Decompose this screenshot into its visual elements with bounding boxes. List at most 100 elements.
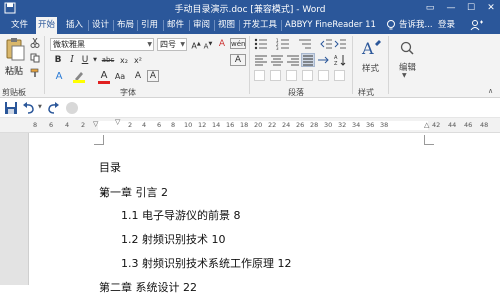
toc-entry[interactable]: 1.1 电子导游仪的前景 8 <box>121 207 241 223</box>
tab-separator <box>88 20 89 31</box>
styles-button-label[interactable]: 样式 <box>362 62 379 74</box>
tell-me-box[interactable]: 告诉我... <box>397 16 435 34</box>
tab-layout[interactable]: 布局 <box>115 16 136 34</box>
chevron-down-icon[interactable]: ▼ <box>402 72 407 79</box>
chevron-down-icon[interactable]: ▼ <box>38 104 42 110</box>
clipboard-group-label: 剪贴板 <box>2 88 26 97</box>
styles-icon[interactable]: A <box>360 38 382 60</box>
styles-group-label: 样式 <box>358 88 374 97</box>
ruler-number: 30 <box>324 121 333 129</box>
borders-icon[interactable] <box>302 70 313 81</box>
touch-mode-icon[interactable] <box>66 102 78 114</box>
tab-view[interactable]: 视图 <box>216 16 237 34</box>
numbering-icon[interactable]: 123 <box>276 38 290 51</box>
paste-label[interactable]: 粘贴 <box>5 64 23 77</box>
document-page[interactable]: 目录 第一章 引言 2 ↖ 1.1 电子导游仪的前景 8 1.2 射频识别技术 … <box>28 133 500 294</box>
font-size-combo[interactable]: 四号 ▼ <box>157 38 187 51</box>
grow-font-icon[interactable]: A▲ <box>190 38 202 51</box>
sign-in-link[interactable]: 登录 <box>436 16 457 34</box>
ribbon-options-icon[interactable]: ▭ <box>420 0 440 16</box>
shrink-font-icon[interactable]: A▼ <box>203 38 213 51</box>
ruler-number: 6 <box>157 121 162 129</box>
font-color-swatch <box>98 81 110 84</box>
align-center-icon[interactable] <box>270 54 284 66</box>
text-effects-icon[interactable]: A <box>52 70 66 83</box>
toc-heading[interactable]: 目录 <box>99 159 121 175</box>
horizontal-ruler[interactable]: 8 6 4 2 ▽ ▽ 2 4 6 8 10 12 14 16 18 20 22… <box>0 118 500 133</box>
superscript-button[interactable]: x² <box>132 54 144 67</box>
distributed-align-icon[interactable] <box>254 70 265 81</box>
title-bar: 手动目录演示.doc [兼容模式] - Word ▭ — ☐ ✕ <box>0 0 500 16</box>
font-name-combo[interactable]: 微软雅黑 ▼ <box>50 38 154 51</box>
share-icon[interactable] <box>470 19 484 31</box>
tab-design[interactable]: 设计 <box>90 16 111 34</box>
save-icon[interactable] <box>4 101 18 115</box>
tab-insert[interactable]: 插入 <box>64 16 85 34</box>
asian-layout-icon[interactable] <box>316 54 330 66</box>
tab-file[interactable]: 文件 <box>9 16 30 34</box>
tab-mailings[interactable]: 邮件 <box>165 16 186 34</box>
tab-abbyy[interactable]: ABBYY FineReader 11 <box>283 16 378 34</box>
bullets-icon[interactable] <box>254 38 268 50</box>
clipboard-icon[interactable] <box>4 37 26 63</box>
format-painter-icon[interactable] <box>30 68 40 78</box>
align-left-icon[interactable] <box>254 54 268 66</box>
chevron-down-icon[interactable]: ▼ <box>92 54 98 67</box>
ruler-number: 48 <box>480 121 489 129</box>
character-border-icon[interactable]: A <box>147 70 159 82</box>
justify-button[interactable] <box>301 53 315 67</box>
multilevel-list-icon[interactable] <box>298 38 312 50</box>
right-indent-marker[interactable]: △ <box>424 121 429 129</box>
tab-home[interactable]: 开始 <box>36 17 58 34</box>
toc-entry[interactable]: 第二章 系统设计 22 <box>99 279 197 295</box>
ruler-number: 2 <box>128 121 133 129</box>
change-case-button[interactable]: Aa <box>113 70 127 83</box>
clear-format-icon[interactable]: A <box>216 38 228 51</box>
strikethrough-button[interactable]: abc <box>100 54 116 67</box>
character-shading-icon[interactable]: A <box>132 70 144 83</box>
decrease-indent-icon[interactable] <box>320 38 332 50</box>
paragraph-settings-icon[interactable] <box>334 70 345 81</box>
maximize-button[interactable]: ☐ <box>461 0 481 16</box>
svg-text:Z: Z <box>334 61 338 66</box>
ruler-number: 4 <box>142 121 147 129</box>
tab-review[interactable]: 审阅 <box>191 16 212 34</box>
first-line-indent-marker[interactable]: ▽ <box>93 120 98 128</box>
lightbulb-icon[interactable] <box>385 19 397 31</box>
find-icon[interactable] <box>398 40 416 56</box>
toc-entry[interactable]: 1.2 射频识别技术 10 <box>121 231 225 247</box>
tab-separator <box>137 20 138 31</box>
enclose-char-icon[interactable]: A <box>230 54 246 66</box>
align-right-icon[interactable] <box>286 54 300 66</box>
ruler-number: 8 <box>171 121 176 129</box>
close-button[interactable]: ✕ <box>481 0 500 16</box>
ruler-number: 34 <box>352 121 361 129</box>
copy-icon[interactable] <box>30 53 40 63</box>
ruler-number: 26 <box>296 121 305 129</box>
ruler-number: 36 <box>366 121 375 129</box>
increase-indent-icon[interactable] <box>334 38 346 50</box>
line-spacing-icon[interactable] <box>270 70 281 81</box>
collapse-ribbon-icon[interactable]: ∧ <box>488 87 493 95</box>
undo-icon[interactable] <box>22 101 36 115</box>
ruler-number: 32 <box>338 121 347 129</box>
toc-entry[interactable]: 1.3 射频识别技术系统工作原理 12 <box>121 255 291 271</box>
tab-developer[interactable]: 开发工具 <box>241 16 279 34</box>
minimize-button[interactable]: — <box>441 0 461 16</box>
cut-icon[interactable] <box>30 37 40 48</box>
underline-button[interactable]: U <box>80 54 90 67</box>
redo-icon[interactable] <box>46 101 60 115</box>
phonetic-guide-button[interactable]: wén <box>230 38 246 49</box>
tab-references[interactable]: 引用 <box>139 16 160 34</box>
bold-button[interactable]: B <box>53 54 63 67</box>
shading-icon[interactable] <box>286 70 297 81</box>
subscript-button[interactable]: x₂ <box>118 54 130 67</box>
document-area: 目录 第一章 引言 2 ↖ 1.1 电子导游仪的前景 8 1.2 射频识别技术 … <box>0 133 500 294</box>
italic-button[interactable]: I <box>67 54 77 67</box>
highlight-icon[interactable] <box>72 70 86 83</box>
hanging-indent-marker[interactable]: ▽ <box>115 118 120 126</box>
ruler-number: 16 <box>226 121 235 129</box>
toc-entry[interactable]: 第一章 引言 2 <box>99 184 168 200</box>
sort-icon[interactable]: AZ <box>334 54 346 67</box>
show-marks-icon[interactable] <box>318 70 329 81</box>
